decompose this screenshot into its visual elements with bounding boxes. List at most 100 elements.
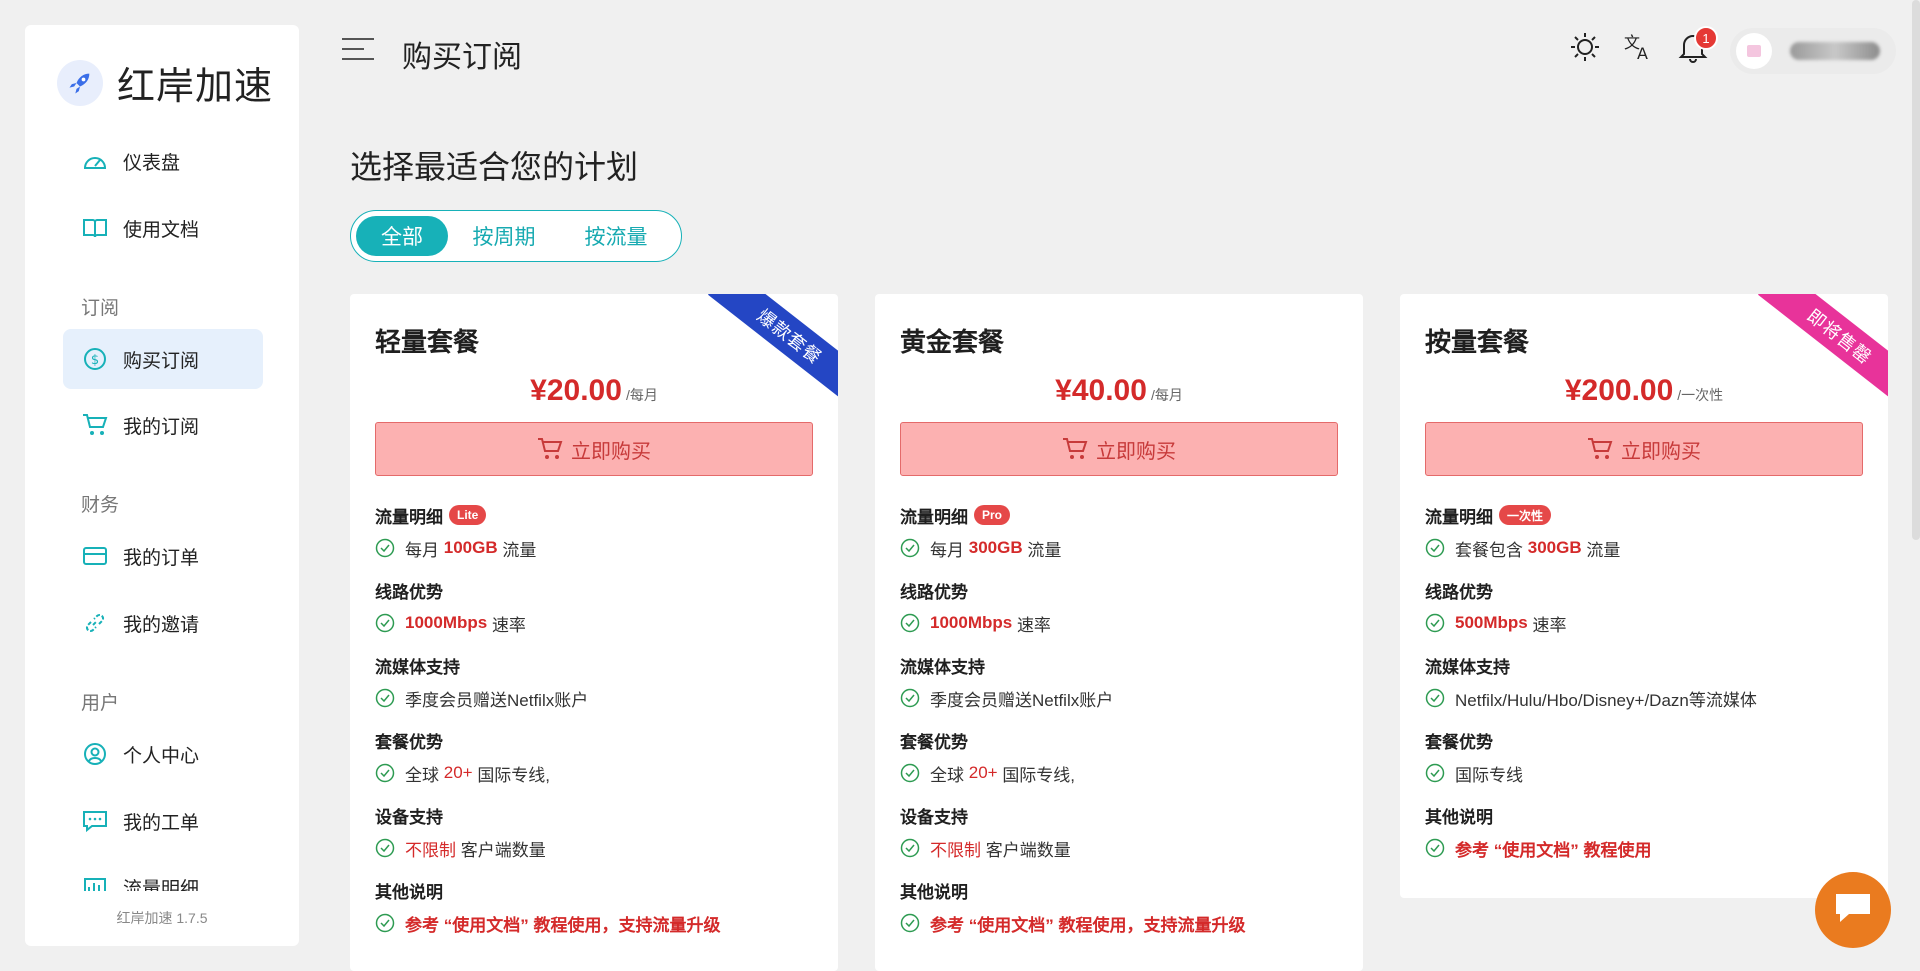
feature-heading: 流媒体支持 xyxy=(900,657,985,677)
tier-badge: Lite xyxy=(449,505,487,525)
sidebar-item-docs[interactable]: 使用文档 xyxy=(63,198,263,258)
feature-list: 流量明细 Pro 每月 300GB 流量 线路优势 1000Mbps 速率 流媒体… xyxy=(900,498,1350,948)
app-version: 红岸加速 1.7.5 xyxy=(116,910,208,926)
feature-heading: 设备支持 xyxy=(375,807,443,827)
filter-tab-period[interactable]: 按周期 xyxy=(448,216,560,256)
feature-heading: 其他说明 xyxy=(375,882,443,902)
buy-now-button[interactable]: 立即购买 xyxy=(900,422,1338,476)
feature-item: 季度会员赠送Netfilx账户 xyxy=(900,682,1350,714)
plan-period: /一次性 xyxy=(1677,387,1724,403)
avatar xyxy=(1736,33,1772,69)
check-circle-icon xyxy=(900,763,920,783)
section-title: 选择最适合您的计划 xyxy=(350,149,639,185)
plan-period: /每月 xyxy=(625,387,658,403)
ticket-icon xyxy=(81,807,109,835)
user-name-blurred xyxy=(1790,42,1880,60)
feature-item: 季度会员赠送Netfilx账户 xyxy=(375,682,825,714)
chart-icon xyxy=(81,873,109,891)
feature-item: 全球 20+ 国际专线, xyxy=(900,757,1350,789)
svg-text:A: A xyxy=(1637,44,1648,62)
card-icon xyxy=(81,542,109,570)
feature-list: 流量明细 Lite 每月 100GB 流量 线路优势 1000Mbps 速率 流媒… xyxy=(375,498,825,948)
menu-group-subscription: 订阅 xyxy=(81,298,120,319)
rocket-icon xyxy=(57,59,103,106)
plan-name: 按量套餐 xyxy=(1425,327,1530,357)
check-circle-icon xyxy=(375,838,395,858)
sidebar-item-my-invites[interactable]: 我的邀请 xyxy=(63,593,263,653)
check-circle-icon xyxy=(375,688,395,708)
feature-item: 每月 300GB 流量 xyxy=(900,532,1350,564)
feature-heading: 流媒体支持 xyxy=(375,657,460,677)
check-circle-icon xyxy=(375,613,395,633)
sidebar-item-label: 个人中心 xyxy=(123,745,200,767)
feature-item: 1000Mbps 速率 xyxy=(375,607,825,639)
language-button[interactable]: 文A xyxy=(1622,32,1656,66)
sidebar-item-label: 我的邀请 xyxy=(123,614,200,636)
sidebar-item-buy-subscription[interactable]: $ 购买订阅 xyxy=(63,329,263,389)
feature-heading: 套餐优势 xyxy=(900,732,968,752)
sidebar-item-profile[interactable]: 个人中心 xyxy=(63,724,263,784)
tier-badge: 一次性 xyxy=(1499,505,1552,525)
cart-icon xyxy=(537,437,563,461)
cart-icon xyxy=(1587,437,1613,461)
page-scrollbar[interactable] xyxy=(1912,0,1920,540)
feature-heading: 流量明细 xyxy=(1425,507,1493,527)
sidebar: 红岸加速 仪表盘 使用文档 订阅 $ 购买订阅 我的订阅 财务 我的订单 我的邀… xyxy=(25,25,299,946)
sidebar-item-my-orders[interactable]: 我的订单 xyxy=(63,526,263,586)
check-circle-icon xyxy=(900,538,920,558)
sun-icon xyxy=(1569,31,1601,68)
sidebar-item-my-subscription[interactable]: 我的订阅 xyxy=(63,395,263,455)
feature-item: 参考 “使用文档” 教程使用，支持流量升级 xyxy=(375,907,825,939)
buy-now-label: 立即购买 xyxy=(571,440,651,463)
menu-group-user: 用户 xyxy=(81,693,120,714)
buy-now-label: 立即购买 xyxy=(1096,440,1176,463)
filter-tab-traffic[interactable]: 按流量 xyxy=(560,216,672,256)
sidebar-item-tickets[interactable]: 我的工单 xyxy=(63,791,263,851)
buy-now-label: 立即购买 xyxy=(1621,440,1701,463)
sidebar-item-label: 使用文档 xyxy=(123,219,200,241)
sidebar-item-label: 我的订阅 xyxy=(123,416,200,438)
feature-item: 不限制 客户端数量 xyxy=(900,832,1350,864)
sidebar-item-label: 仪表盘 xyxy=(123,152,181,174)
feature-item: 每月 100GB 流量 xyxy=(375,532,825,564)
svg-text:$: $ xyxy=(91,353,99,368)
notifications-button[interactable]: 1 xyxy=(1676,26,1718,66)
user-menu[interactable] xyxy=(1730,28,1896,74)
dollar-icon: $ xyxy=(81,345,109,373)
cart-icon xyxy=(1062,437,1088,461)
feature-heading: 线路优势 xyxy=(1425,582,1493,602)
page-title: 购买订阅 xyxy=(402,41,522,74)
sidebar-item-label: 我的订单 xyxy=(123,547,200,569)
check-circle-icon xyxy=(1425,613,1445,633)
buy-now-button[interactable]: 立即购买 xyxy=(1425,422,1863,476)
chat-support-button[interactable] xyxy=(1815,872,1891,948)
filter-tab-all[interactable]: 全部 xyxy=(356,216,448,256)
check-circle-icon xyxy=(900,688,920,708)
feature-heading: 其他说明 xyxy=(900,882,968,902)
sidebar-item-label: 我的工单 xyxy=(123,812,200,834)
plan-filter: 全部 按周期 按流量 xyxy=(350,210,682,262)
feature-heading: 线路优势 xyxy=(375,582,443,602)
feature-heading: 流媒体支持 xyxy=(1425,657,1510,677)
feature-heading: 流量明细 xyxy=(900,507,968,527)
check-circle-icon xyxy=(900,613,920,633)
sidebar-item-dashboard[interactable]: 仪表盘 xyxy=(63,131,263,191)
sidebar-scroll-clip: 流量明细 xyxy=(25,865,299,891)
feature-item: 1000Mbps 速率 xyxy=(900,607,1350,639)
feature-item: 500Mbps 速率 xyxy=(1425,607,1875,639)
check-circle-icon xyxy=(1425,763,1445,783)
menu-group-finance: 财务 xyxy=(81,495,120,516)
feature-item: 全球 20+ 国际专线, xyxy=(375,757,825,789)
menu-toggle-button[interactable] xyxy=(342,38,374,64)
theme-toggle-button[interactable] xyxy=(1568,32,1602,66)
feature-item: 不限制 客户端数量 xyxy=(375,832,825,864)
feature-heading: 套餐优势 xyxy=(375,732,443,752)
feature-heading: 流量明细 xyxy=(375,507,443,527)
buy-now-button[interactable]: 立即购买 xyxy=(375,422,813,476)
check-circle-icon xyxy=(375,538,395,558)
user-icon xyxy=(81,740,109,768)
sidebar-item-traffic[interactable]: 流量明细 xyxy=(63,865,263,891)
brand[interactable]: 红岸加速 xyxy=(57,55,273,110)
dashboard-icon xyxy=(81,147,109,175)
feature-heading: 线路优势 xyxy=(900,582,968,602)
